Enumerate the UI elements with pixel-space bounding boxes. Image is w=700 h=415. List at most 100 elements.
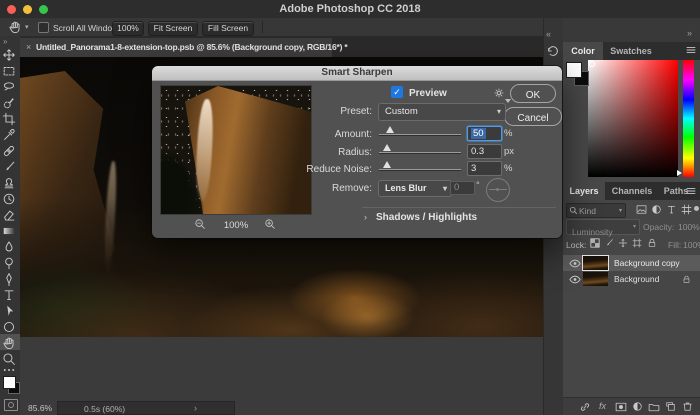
tool-eyedropper[interactable] bbox=[2, 128, 18, 144]
shadows-highlights-chevron-icon[interactable]: › bbox=[364, 212, 367, 222]
tab-close-icon[interactable]: × bbox=[26, 42, 31, 52]
preview-zoom-out-icon[interactable] bbox=[194, 218, 206, 230]
link-layers-icon[interactable] bbox=[579, 402, 591, 412]
preset-dropdown[interactable]: Custom ▾ bbox=[378, 103, 506, 121]
tool-eraser[interactable] bbox=[2, 208, 18, 224]
filter-adjustment-layers-icon[interactable] bbox=[651, 204, 662, 215]
remove-dropdown[interactable]: Lens Blur ▾ bbox=[378, 180, 452, 197]
foreground-color-swatch[interactable] bbox=[3, 376, 16, 389]
tool-lasso[interactable] bbox=[2, 80, 18, 96]
tool-dodge[interactable] bbox=[2, 256, 18, 272]
preview-checkbox[interactable]: ✓ bbox=[391, 86, 403, 98]
layer-filter-kind-dropdown[interactable]: Kind ▾ bbox=[566, 203, 626, 218]
visibility-eye-icon[interactable] bbox=[569, 275, 581, 284]
fit-screen-button[interactable]: Fit Screen bbox=[148, 21, 198, 36]
status-info-field[interactable]: 0.5s (60%) › bbox=[57, 401, 235, 415]
tab-swatches[interactable]: Swatches bbox=[603, 42, 659, 60]
color-panel-menu-icon[interactable] bbox=[686, 46, 696, 54]
cancel-button[interactable]: Cancel bbox=[504, 107, 562, 126]
lock-position-icon[interactable] bbox=[618, 238, 628, 248]
ok-button[interactable]: OK bbox=[510, 84, 556, 103]
reduce-noise-slider-track[interactable] bbox=[379, 169, 461, 170]
layers-panel-menu-icon[interactable] bbox=[686, 187, 696, 195]
quick-mask-button[interactable] bbox=[4, 399, 18, 411]
hue-strip[interactable] bbox=[683, 60, 694, 177]
document-tab-title: Untitled_Panorama1-8-extension-top.psb @… bbox=[36, 42, 347, 52]
radius-slider-track[interactable] bbox=[379, 152, 461, 153]
gear-menu-chevron-icon[interactable] bbox=[505, 99, 511, 103]
dock-collapse-icon[interactable]: « bbox=[546, 29, 550, 39]
delete-layer-icon[interactable] bbox=[682, 401, 693, 412]
lock-image-pixels-icon[interactable] bbox=[604, 238, 614, 248]
panel-collapse-icon[interactable]: » bbox=[687, 28, 691, 38]
preview-zoom-in-icon[interactable] bbox=[264, 218, 276, 230]
fill-value[interactable]: 100% bbox=[683, 240, 700, 250]
opacity-value[interactable]: 100% bbox=[678, 222, 700, 232]
scroll-all-windows-checkbox[interactable] bbox=[38, 22, 49, 33]
tool-brush[interactable] bbox=[2, 160, 18, 176]
new-layer-icon[interactable] bbox=[665, 401, 676, 412]
amount-value-field[interactable]: 50 bbox=[467, 126, 502, 141]
blend-mode-dropdown[interactable]: Luminosity ▾ bbox=[566, 219, 640, 235]
amount-slider-track[interactable] bbox=[379, 134, 461, 135]
fill-screen-button[interactable]: Fill Screen bbox=[202, 21, 254, 36]
radius-slider-thumb[interactable] bbox=[383, 144, 391, 151]
tool-gradient[interactable] bbox=[2, 224, 18, 240]
layer-row-background[interactable]: Background bbox=[563, 271, 700, 287]
filter-pixel-layers-icon[interactable] bbox=[636, 204, 647, 215]
gear-icon[interactable] bbox=[493, 87, 505, 99]
toolbar-expand-icon[interactable]: » bbox=[3, 37, 6, 46]
filter-shape-layers-icon[interactable] bbox=[681, 204, 692, 215]
angle-value-field[interactable]: 0 bbox=[450, 181, 475, 195]
reduce-noise-value-field[interactable]: 3 bbox=[467, 161, 502, 176]
tool-path-selection[interactable] bbox=[2, 304, 18, 320]
tool-pen[interactable] bbox=[2, 272, 18, 288]
layer-name[interactable]: Background copy bbox=[614, 258, 680, 268]
layer-filtering-toggle[interactable] bbox=[694, 206, 699, 211]
tool-history-brush[interactable] bbox=[2, 192, 18, 208]
tool-ellipse-shape[interactable] bbox=[2, 320, 18, 336]
tab-layers[interactable]: Layers bbox=[563, 182, 605, 200]
layer-row-background-copy[interactable]: Background copy bbox=[563, 255, 700, 271]
status-zoom-field[interactable]: 85.6% bbox=[28, 403, 52, 413]
layer-thumbnail[interactable] bbox=[583, 272, 608, 286]
tool-clone-stamp[interactable] bbox=[2, 176, 18, 192]
layer-name[interactable]: Background bbox=[614, 274, 659, 284]
lock-all-icon[interactable] bbox=[647, 238, 657, 248]
tab-channels[interactable]: Channels bbox=[605, 182, 659, 200]
status-popup-chevron-icon[interactable]: › bbox=[194, 403, 197, 413]
history-panel-icon[interactable] bbox=[546, 44, 560, 58]
new-adjustment-layer-icon[interactable] bbox=[632, 401, 643, 412]
tool-blur[interactable] bbox=[2, 240, 18, 256]
layer-style-fx-icon[interactable]: fx bbox=[599, 401, 606, 411]
tool-move[interactable] bbox=[2, 48, 18, 64]
visibility-eye-icon[interactable] bbox=[569, 259, 581, 268]
tool-crop[interactable] bbox=[2, 112, 18, 128]
lock-transparent-pixels-icon[interactable] bbox=[590, 238, 600, 248]
amount-label: Amount: bbox=[252, 129, 372, 140]
fill-label: Fill: bbox=[668, 240, 681, 250]
tool-type[interactable] bbox=[2, 288, 18, 304]
filter-type-layers-icon[interactable] bbox=[666, 204, 677, 215]
reduce-noise-slider-thumb[interactable] bbox=[383, 161, 391, 168]
tool-rectangular-marquee[interactable] bbox=[2, 64, 18, 80]
color-panel-foreground-swatch[interactable] bbox=[566, 62, 582, 78]
tab-color[interactable]: Color bbox=[563, 42, 603, 60]
hand-tool-preset-icon[interactable] bbox=[8, 20, 22, 34]
new-group-icon[interactable] bbox=[648, 402, 660, 412]
angle-dial[interactable] bbox=[486, 178, 510, 202]
tool-preset-chevron-icon[interactable]: ▾ bbox=[25, 23, 29, 31]
tool-hand[interactable] bbox=[2, 336, 18, 352]
shadows-highlights-label[interactable]: Shadows / Highlights bbox=[376, 212, 477, 223]
zoom-100-button[interactable]: 100% bbox=[112, 21, 144, 36]
preview-zoom-level[interactable]: 100% bbox=[214, 220, 258, 231]
dialog-title[interactable]: Smart Sharpen bbox=[152, 66, 562, 81]
tool-quick-selection[interactable] bbox=[2, 96, 18, 112]
layer-thumbnail[interactable] bbox=[583, 256, 608, 270]
tool-spot-healing-brush[interactable] bbox=[2, 144, 18, 160]
amount-slider-thumb[interactable] bbox=[386, 126, 394, 133]
add-layer-mask-icon[interactable] bbox=[615, 402, 627, 412]
lock-artboard-icon[interactable] bbox=[632, 238, 642, 248]
radius-value-field[interactable]: 0.3 bbox=[467, 144, 502, 159]
saturation-brightness-picker[interactable] bbox=[588, 60, 678, 177]
